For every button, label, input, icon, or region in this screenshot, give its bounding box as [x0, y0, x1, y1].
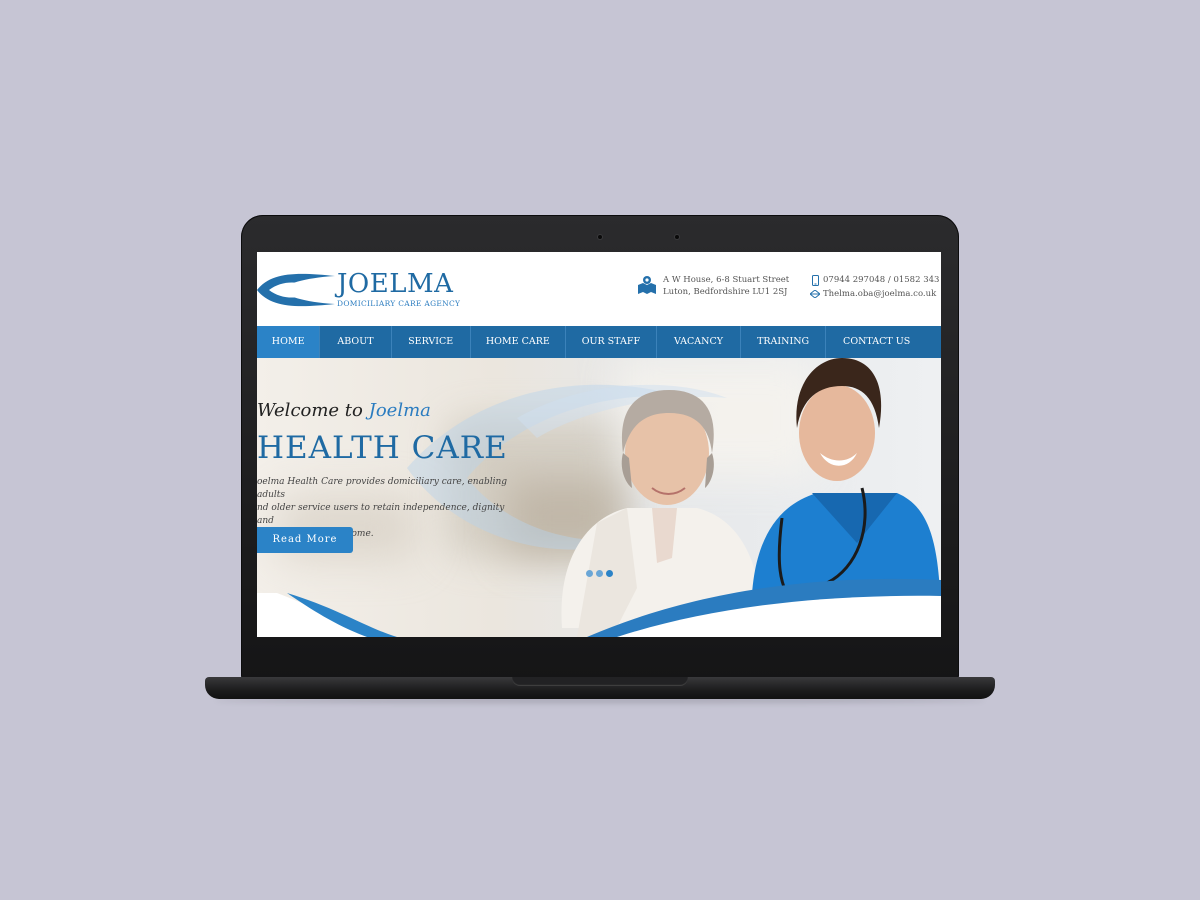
browser-screen: JOELMA DOMICILIARY CARE AGENCY A W House… — [257, 252, 941, 637]
slider-dot[interactable] — [586, 570, 593, 577]
brand-name[interactable]: JOELMA — [337, 270, 453, 298]
hero-title: HEALTH CARE — [257, 430, 508, 466]
nav-our-staff[interactable]: OUR STAFF — [566, 326, 657, 358]
nav-about[interactable]: ABOUT — [320, 326, 392, 358]
slider-dot-active[interactable] — [606, 570, 613, 577]
nav-service[interactable]: SERVICE — [392, 326, 471, 358]
phone-icon — [812, 275, 819, 286]
welcome-prefix: Welcome to — [257, 400, 369, 421]
welcome-accent: Joelma — [368, 400, 431, 421]
hero-text-line: oelma Health Care provides domiciliary c… — [257, 477, 508, 500]
email-icon — [810, 290, 820, 298]
slider-dots — [586, 570, 613, 577]
email-address[interactable]: Thelma.oba@joelma.co.uk — [823, 289, 936, 299]
sensor-icon — [675, 235, 679, 239]
brand-tagline: DOMICILIARY CARE AGENCY — [337, 299, 461, 308]
read-more-button[interactable]: Read More — [257, 527, 353, 553]
main-nav: HOME ABOUT SERVICE HOME CARE OUR STAFF V… — [257, 326, 941, 358]
nav-home[interactable]: HOME — [257, 326, 321, 358]
slider-dot[interactable] — [596, 570, 603, 577]
address-line-2: Luton, Bedfordshire LU1 2SJ — [663, 287, 788, 297]
logo-wave-icon[interactable] — [257, 272, 335, 308]
nav-training[interactable]: TRAINING — [741, 326, 827, 358]
hero-text-line: nd older service users to retain indepen… — [257, 503, 505, 526]
site-header: JOELMA DOMICILIARY CARE AGENCY A W House… — [257, 252, 941, 326]
laptop-notch — [512, 677, 688, 686]
nav-vacancy[interactable]: VACANCY — [657, 326, 742, 358]
hero-banner: Welcome to Joelma HEALTH CARE oelma Heal… — [257, 358, 941, 637]
address-line-1: A W House, 6-8 Stuart Street — [663, 275, 790, 285]
nav-home-care[interactable]: HOME CARE — [471, 326, 566, 358]
laptop-base — [205, 677, 995, 699]
hero-welcome: Welcome to Joelma — [257, 400, 431, 421]
phone-numbers[interactable]: 07944 297048 / 01582 343 477 — [823, 275, 941, 285]
camera-icon — [598, 235, 602, 239]
nav-contact-us[interactable]: CONTACT US — [826, 326, 927, 358]
location-pin-icon — [638, 276, 656, 294]
